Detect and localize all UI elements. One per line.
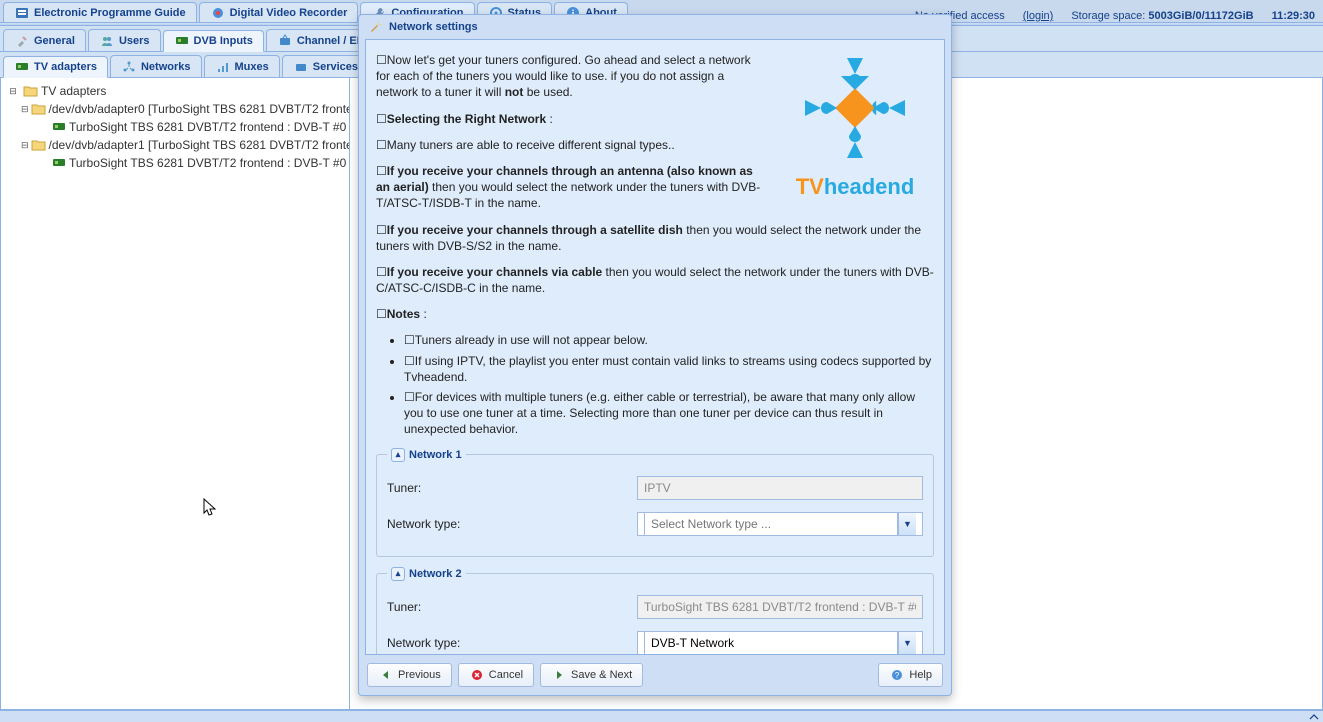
tuner-input	[637, 476, 923, 500]
login-link[interactable]: (login)	[1015, 10, 1062, 22]
tab-general-label: General	[34, 35, 75, 47]
tree-adapter1[interactable]: ⊟ /dev/dvb/adapter1 [TurboSight TBS 6281…	[19, 136, 347, 154]
card-icon	[51, 119, 67, 135]
dialog-title-bar: Network settings	[359, 15, 951, 39]
chevron-down-icon[interactable]: ▼	[898, 632, 916, 654]
tab-users[interactable]: Users	[88, 29, 161, 51]
tuner-input	[637, 595, 923, 619]
tab-general[interactable]: General	[3, 29, 86, 51]
tree-adapter1-tuner-label: TurboSight TBS 6281 DVBT/T2 frontend : D…	[69, 156, 346, 170]
clock: 11:29:30	[1264, 10, 1323, 22]
tree-adapter1-tuner[interactable]: TurboSight TBS 6281 DVBT/T2 frontend : D…	[35, 154, 347, 172]
dialog-title: Network settings	[389, 21, 478, 33]
previous-button[interactable]: Previous	[367, 663, 452, 687]
note-item: ☐For devices with multiple tuners (e.g. …	[404, 389, 934, 438]
tab-epg-label: Electronic Programme Guide	[34, 7, 186, 19]
collapse-icon[interactable]: ⊟	[5, 83, 21, 99]
satellite-paragraph: ☐If you receive your channels through a …	[376, 222, 934, 254]
tvheadend-logo: TVheadend	[776, 48, 934, 200]
chevron-down-icon[interactable]: ▼	[898, 513, 916, 535]
fieldset-legend: Network 1	[409, 449, 462, 461]
notes-list: ☐Tuners already in use will not appear b…	[376, 332, 934, 437]
note-item: ☐If using IPTV, the playlist you enter m…	[404, 353, 934, 385]
tab-services-label: Services	[313, 61, 358, 73]
card-icon	[51, 155, 67, 171]
storage-value: 5003GiB/0/11172GiB	[1148, 10, 1253, 22]
tab-networks[interactable]: Networks	[110, 55, 202, 77]
fieldset-network-1: ▴ Network 1 Tuner: Network type: ▼	[376, 448, 934, 557]
tree-adapter0[interactable]: ⊟ /dev/dvb/adapter0 [TurboSight TBS 6281…	[19, 100, 347, 118]
epg-icon	[14, 5, 30, 21]
network-type-select[interactable]: ▼	[637, 512, 923, 536]
note-item: ☐Tuners already in use will not appear b…	[404, 332, 934, 348]
network-settings-dialog: Network settings	[358, 14, 952, 696]
network-type-label: Network type:	[387, 517, 637, 531]
signal-icon	[215, 59, 231, 75]
tv-icon	[277, 33, 293, 49]
users-icon	[99, 33, 115, 49]
tools-icon	[14, 33, 30, 49]
network-type-select[interactable]: ▼	[637, 631, 923, 655]
collapse-toggle[interactable]: ▴	[391, 567, 405, 581]
tab-services[interactable]: Services	[282, 55, 369, 77]
collapse-toggle[interactable]: ▴	[391, 448, 405, 462]
tab-dvr[interactable]: Digital Video Recorder	[199, 2, 359, 22]
brand-text: TVheadend	[776, 174, 934, 200]
collapse-icon[interactable]: ⊟	[21, 137, 29, 153]
tab-dvr-label: Digital Video Recorder	[230, 7, 348, 19]
arrow-left-icon	[378, 667, 394, 683]
tv-icon	[293, 59, 309, 75]
network-type-input[interactable]	[644, 631, 898, 655]
tab-epg[interactable]: Electronic Programme Guide	[3, 2, 197, 22]
notes-heading: ☐Notes :	[376, 306, 934, 322]
network-icon	[121, 59, 137, 75]
tab-networks-label: Networks	[141, 61, 191, 73]
tab-dvb-inputs-label: DVB Inputs	[194, 35, 253, 47]
status-bar	[0, 710, 1323, 722]
help-button[interactable]: ? Help	[878, 663, 943, 687]
network-type-label: Network type:	[387, 636, 637, 650]
tree-root-label: TV adapters	[41, 84, 106, 98]
help-icon: ?	[889, 667, 905, 683]
fieldset-network-2: ▴ Network 2 Tuner: Network type: ▼	[376, 567, 934, 655]
wand-icon	[367, 19, 383, 35]
dvr-icon	[210, 5, 226, 21]
dialog-body: TVheadend ☐Now let's get your tuners con…	[365, 39, 945, 655]
svg-text:?: ?	[895, 671, 900, 680]
dialog-footer: Previous Cancel Save & Next ? Help	[359, 655, 951, 695]
arrow-right-icon	[551, 667, 567, 683]
tab-dvb-inputs[interactable]: DVB Inputs	[163, 30, 264, 52]
collapse-icon[interactable]: ⊟	[21, 101, 29, 117]
save-next-button[interactable]: Save & Next	[540, 663, 643, 687]
storage-label: Storage space: 5003GiB/0/11172GiB	[1063, 10, 1261, 22]
folder-open-icon	[31, 101, 47, 117]
cancel-button[interactable]: Cancel	[458, 663, 534, 687]
expand-icon[interactable]	[1307, 712, 1321, 722]
folder-open-icon	[23, 83, 39, 99]
tab-tv-adapters[interactable]: TV adapters	[3, 56, 108, 78]
tuner-label: Tuner:	[387, 481, 637, 495]
tree-adapter1-label: /dev/dvb/adapter1 [TurboSight TBS 6281 D…	[49, 138, 350, 152]
folder-open-icon	[31, 137, 47, 153]
tuner-label: Tuner:	[387, 600, 637, 614]
tab-users-label: Users	[119, 35, 150, 47]
card-icon	[174, 33, 190, 49]
tree-adapter0-tuner-label: TurboSight TBS 6281 DVBT/T2 frontend : D…	[69, 120, 346, 134]
network-type-input[interactable]	[644, 512, 898, 536]
cancel-icon	[469, 667, 485, 683]
tree-adapter0-tuner[interactable]: TurboSight TBS 6281 DVBT/T2 frontend : D…	[35, 118, 347, 136]
tab-muxes[interactable]: Muxes	[204, 55, 280, 77]
adapter-tree-panel: ⊟ TV adapters ⊟ /dev/dvb/adapter0 [Turbo…	[0, 78, 350, 710]
tab-muxes-label: Muxes	[235, 61, 269, 73]
card-icon	[14, 59, 30, 75]
tree-root[interactable]: ⊟ TV adapters	[3, 82, 347, 100]
cable-paragraph: ☐If you receive your channels via cable …	[376, 264, 934, 296]
fieldset-legend: Network 2	[409, 568, 462, 580]
tab-tv-adapters-label: TV adapters	[34, 61, 97, 73]
tree-adapter0-label: /dev/dvb/adapter0 [TurboSight TBS 6281 D…	[49, 102, 350, 116]
